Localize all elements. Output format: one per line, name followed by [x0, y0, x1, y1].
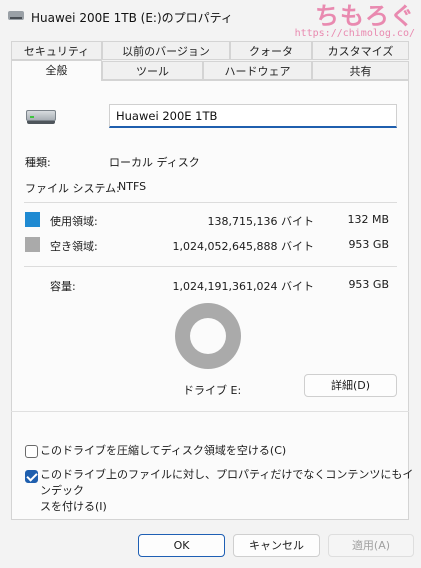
- divider: [24, 202, 397, 203]
- index-label-line2: スを付ける(I): [40, 500, 107, 513]
- title-bar: Huawei 200E 1TB (E:)のプロパティ ちもろぐ https://…: [0, 0, 421, 39]
- drive-icon: [26, 110, 56, 124]
- checkmark-icon: [26, 470, 38, 482]
- tab-quota[interactable]: クォータ: [230, 41, 312, 60]
- index-label[interactable]: このドライブ上のファイルに対し、プロパティだけでなくコンテンツにもインデック ス…: [40, 467, 421, 515]
- apply-button[interactable]: 適用(A): [328, 534, 414, 557]
- compress-checkbox[interactable]: [25, 445, 38, 458]
- ok-button[interactable]: OK: [138, 534, 225, 557]
- free-space-size: 953 GB: [348, 238, 389, 251]
- capacity-size: 953 GB: [348, 278, 389, 291]
- cancel-button[interactable]: キャンセル: [233, 534, 320, 557]
- compress-label[interactable]: このドライブを圧縮してディスク領域を空ける(C): [40, 443, 286, 459]
- used-space-label: 使用領域:: [50, 215, 98, 228]
- tab-hardware[interactable]: ハードウェア: [203, 61, 312, 80]
- index-checkbox[interactable]: [25, 470, 38, 483]
- tab-sharing[interactable]: 共有: [312, 61, 409, 80]
- divider: [11, 411, 409, 412]
- drive-icon: [8, 11, 24, 20]
- capacity-bytes: 1,024,191,361,024 バイト: [172, 280, 314, 293]
- disk-usage-chart: [175, 303, 241, 369]
- tab-previous-versions[interactable]: 以前のバージョン: [102, 41, 230, 60]
- details-button[interactable]: 詳細(D): [304, 374, 397, 397]
- tab-security[interactable]: セキュリティ: [11, 41, 102, 60]
- index-label-line1: このドライブ上のファイルに対し、プロパティだけでなくコンテンツにもインデック: [40, 468, 414, 497]
- type-label: 種類:: [25, 156, 51, 169]
- drive-letter-label: ドライブ E:: [183, 384, 242, 397]
- used-space-bytes: 138,715,136 バイト: [207, 215, 314, 228]
- used-space-swatch: [25, 212, 40, 227]
- free-space-swatch: [25, 237, 40, 252]
- capacity-label: 容量:: [50, 280, 76, 293]
- watermark: ちもろぐ https://chimolog.co/: [295, 1, 415, 39]
- drive-name-input[interactable]: [109, 104, 397, 128]
- tab-tools[interactable]: ツール: [102, 61, 203, 80]
- file-system-label: ファイル システム:: [25, 182, 120, 195]
- divider: [24, 266, 397, 267]
- window-title: Huawei 200E 1TB (E:)のプロパティ: [31, 11, 233, 25]
- watermark-url: https://chimolog.co/: [294, 28, 415, 39]
- used-space-size: 132 MB: [347, 213, 389, 226]
- watermark-logo: ちもろぐ: [315, 2, 415, 30]
- file-system-value: NTFS: [118, 180, 147, 193]
- free-space-label: 空き領域:: [50, 240, 98, 253]
- tab-customize[interactable]: カスタマイズ: [312, 41, 409, 60]
- tab-general[interactable]: 全般: [11, 60, 102, 81]
- type-value: ローカル ディスク: [109, 156, 200, 169]
- free-space-bytes: 1,024,052,645,888 バイト: [172, 240, 314, 253]
